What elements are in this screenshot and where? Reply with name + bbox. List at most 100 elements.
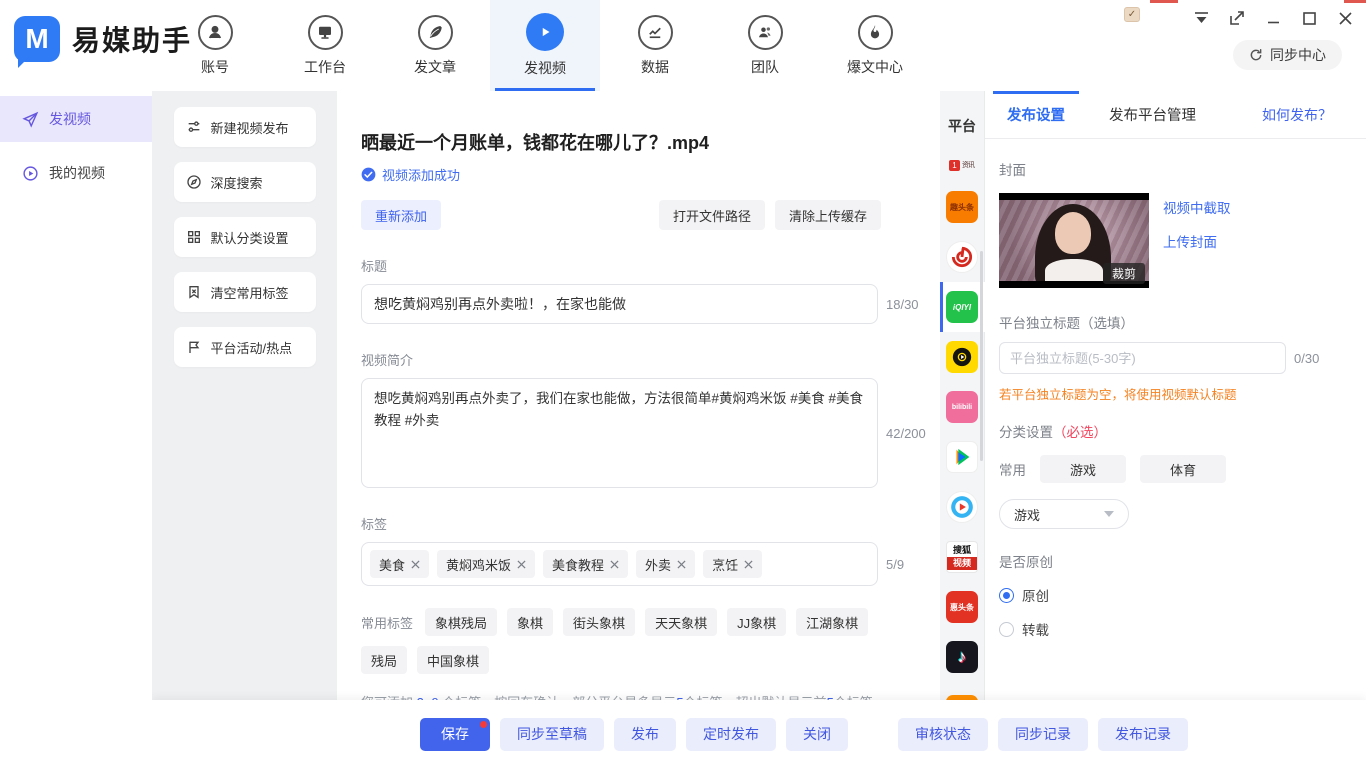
crop-button[interactable]: 裁剪 [1103, 263, 1145, 284]
common-tag-chip[interactable]: 天天象棋 [645, 608, 717, 636]
platform-icon-yellow-disc[interactable] [940, 332, 985, 382]
video-file-title: 晒最近一个月账单，钱都花在哪儿了？.mp4 [361, 129, 940, 155]
tray-notification-icon[interactable]: ✓ [1124, 7, 1140, 22]
platform-icon-iqiyi[interactable]: iQIYI [940, 282, 985, 332]
original-label: 是否原创 [999, 551, 1344, 571]
description-counter: 42/200 [886, 426, 926, 441]
common-tags-label: 常用标签 [361, 613, 413, 632]
paper-plane-icon [22, 111, 39, 128]
tab-publish-settings[interactable]: 发布设置 [1007, 91, 1065, 139]
nav-item-publish-article[interactable]: 发文章 [380, 0, 490, 91]
flag-icon [186, 339, 203, 356]
how-to-publish-link[interactable]: 如何发布？ [1262, 105, 1332, 125]
title-label: 标题 [361, 256, 940, 275]
capture-from-video-link[interactable]: 视频中截取 [1163, 197, 1231, 217]
common-tag-chip[interactable]: 街头象棋 [563, 608, 635, 636]
common-category-label: 常用 [999, 459, 1026, 479]
platform-icon-bilibili[interactable]: bilibili [940, 382, 985, 432]
tab-platform-manage[interactable]: 发布平台管理 [1109, 91, 1196, 139]
common-tag-chip[interactable]: 残局 [361, 646, 407, 674]
clear-upload-cache-button[interactable]: 清除上传缓存 [775, 200, 881, 230]
remove-tag-icon[interactable] [610, 560, 619, 569]
nav-item-workbench[interactable]: 工作台 [270, 0, 380, 91]
open-file-path-button[interactable]: 打开文件路径 [659, 200, 765, 230]
remove-tag-icon[interactable] [677, 560, 686, 569]
window-menu-icon[interactable] [1190, 8, 1212, 28]
common-tag-chip[interactable]: 中国象棋 [417, 646, 489, 674]
sidebar-item-publish-video[interactable]: 发视频 [0, 96, 152, 142]
window-popout-icon[interactable] [1226, 8, 1248, 28]
scheduled-publish-button[interactable]: 定时发布 [686, 718, 776, 751]
save-button[interactable]: 保存 [420, 718, 490, 751]
nav-item-team[interactable]: 团队 [710, 0, 820, 91]
description-textarea[interactable]: 想吃黄焖鸡别再点外卖了，我们在家也能做，方法很简单#黄焖鸡米饭 #美食 #美食教… [361, 378, 878, 488]
remove-tag-icon[interactable] [517, 560, 526, 569]
deep-search-button[interactable]: 深度搜索 [174, 162, 316, 202]
publish-button[interactable]: 发布 [614, 718, 676, 751]
common-tags-row: 常用标签 象棋残局 象棋 街头象棋 天天象棋 JJ象棋 江湖象棋 残局 中国象棋 [361, 608, 921, 674]
description-label: 视频简介 [361, 350, 940, 369]
cover-label: 封面 [999, 159, 1344, 179]
platform-icon-douyin[interactable]: ♪ [940, 632, 985, 682]
category-quick-game[interactable]: 游戏 [1040, 455, 1126, 483]
chevron-down-icon [1104, 511, 1114, 517]
nav-item-hot-center[interactable]: 爆文中心 [820, 0, 930, 91]
platform-icon-mini-red[interactable]: 1资讯 [940, 148, 985, 182]
sync-records-button[interactable]: 同步记录 [998, 718, 1088, 751]
platform-list: 1资讯 趣头条 iQIYI bilibili [940, 148, 984, 722]
radio-unchecked-icon [999, 622, 1014, 637]
readd-video-button[interactable]: 重新添加 [361, 200, 441, 230]
window-maximize-icon[interactable] [1298, 8, 1320, 28]
upload-cover-link[interactable]: 上传封面 [1163, 231, 1231, 251]
publish-records-button[interactable]: 发布记录 [1098, 718, 1188, 751]
top-red-sliver [1344, 0, 1366, 3]
sidebar-item-my-videos[interactable]: 我的视频 [0, 150, 152, 196]
refresh-icon [1249, 48, 1263, 62]
common-tag-chip[interactable]: 象棋残局 [425, 608, 497, 636]
radio-repost[interactable]: 转载 [999, 619, 1344, 639]
tag-chip: 外卖 [636, 550, 695, 578]
remove-tag-icon[interactable] [744, 560, 753, 569]
platform-icon-qutoutiao[interactable]: 趣头条 [940, 182, 985, 232]
sliders-icon [186, 119, 203, 136]
grid-icon [186, 229, 203, 246]
sync-center-button[interactable]: 同步中心 [1233, 40, 1342, 70]
tags-input[interactable]: 美食 黄焖鸡米饭 美食教程 外卖 烹饪 [361, 542, 878, 586]
common-tag-chip[interactable]: 象棋 [507, 608, 553, 636]
nav-item-account[interactable]: 账号 [160, 0, 270, 91]
window-minimize-icon[interactable] [1262, 8, 1284, 28]
team-icon [748, 15, 783, 50]
new-video-publish-button[interactable]: 新建视频发布 [174, 107, 316, 147]
video-icon [526, 13, 564, 51]
category-quick-sports[interactable]: 体育 [1140, 455, 1226, 483]
nav-item-publish-video[interactable]: 发视频 [490, 0, 600, 91]
radio-original[interactable]: 原创 [999, 585, 1344, 605]
common-tag-chip[interactable]: JJ象棋 [727, 608, 786, 636]
cover-thumbnail[interactable]: 裁剪 [999, 193, 1149, 288]
nav-item-data[interactable]: 数据 [600, 0, 710, 91]
review-status-button[interactable]: 审核状态 [898, 718, 988, 751]
category-select[interactable]: 游戏 [999, 499, 1129, 529]
data-icon [638, 15, 673, 50]
file-actions-row: 重新添加 打开文件路径 清除上传缓存 [361, 200, 881, 230]
common-tag-chip[interactable]: 江湖象棋 [796, 608, 868, 636]
platform-icon-sohu-video[interactable]: 搜狐视频 [940, 532, 985, 582]
platform-icon-huitoutiao[interactable]: 惠头条 [940, 582, 985, 632]
clear-common-tags-button[interactable]: 清空常用标签 [174, 272, 316, 312]
platform-title-hint: 若平台独立标题为空，将使用视频默认标题 [999, 384, 1344, 403]
top-nav: 账号 工作台 发文章 发视频 数据 [160, 0, 930, 91]
platform-icon-tencent-video[interactable] [940, 432, 985, 482]
title-input[interactable] [361, 284, 878, 324]
sync-to-draft-button[interactable]: 同步至草稿 [500, 718, 604, 751]
window-close-icon[interactable] [1334, 8, 1356, 28]
platform-title-input[interactable] [999, 342, 1286, 374]
platform-activity-button[interactable]: 平台活动/热点 [174, 327, 316, 367]
platform-scrollbar[interactable] [980, 251, 983, 461]
required-mark: （必选） [1053, 425, 1107, 440]
close-button[interactable]: 关闭 [786, 718, 848, 751]
bottom-action-bar: 保存 同步至草稿 发布 定时发布 关闭 审核状态 同步记录 发布记录 [152, 700, 1366, 768]
default-category-button[interactable]: 默认分类设置 [174, 217, 316, 257]
remove-tag-icon[interactable] [411, 560, 420, 569]
platform-icon-youku[interactable] [940, 482, 985, 532]
platform-icon-phoenix[interactable] [940, 232, 985, 282]
